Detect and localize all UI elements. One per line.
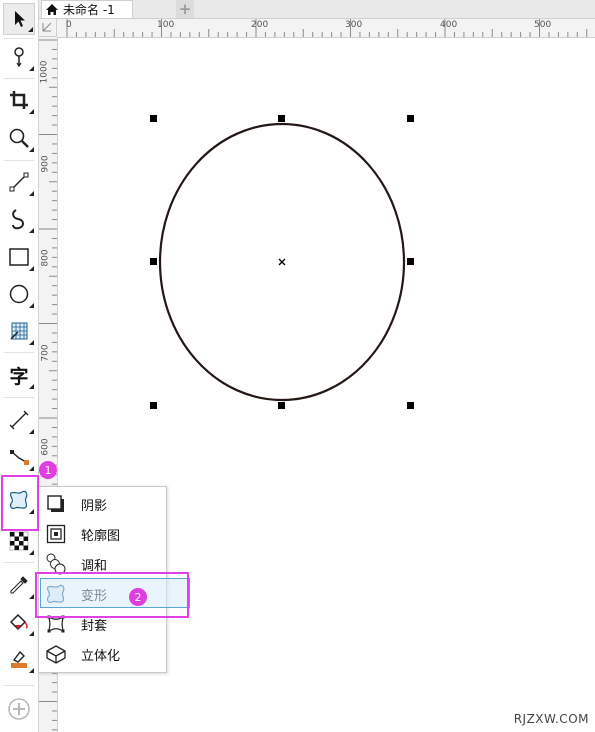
- ruler-label: 1000: [39, 60, 50, 84]
- pick-tool-icon: [15, 11, 25, 27]
- horizontal-ruler-ticks: [66, 19, 588, 37]
- ruler-label: 900: [40, 155, 51, 173]
- add-tool-button[interactable]: [3, 693, 35, 725]
- zoom-tool-button[interactable]: [3, 122, 35, 154]
- document-tab-strip: 未命名 -1 +: [39, 0, 595, 19]
- eyedropper-tool-icon: [10, 576, 28, 594]
- freehand-shape-tool-button[interactable]: [3, 41, 35, 73]
- step-1-badge: 1: [39, 461, 57, 479]
- horizontal-ruler[interactable]: 0 100 200 300 400 500: [57, 19, 595, 38]
- interactive-fill-tool-icon: [9, 613, 28, 631]
- graph-paper-tool-icon: [10, 322, 28, 340]
- ruler-origin-icon: [42, 22, 52, 32]
- ruler-label: 500: [534, 20, 552, 30]
- selection-handle[interactable]: [407, 402, 414, 409]
- menu-item-extrude[interactable]: 立体化: [41, 640, 190, 668]
- dimension-tool-button[interactable]: [3, 404, 35, 436]
- ruler-label: 300: [345, 20, 363, 30]
- home-icon: [46, 4, 58, 15]
- selection-handle[interactable]: [150, 402, 157, 409]
- add-tool-icon: [8, 698, 30, 720]
- ruler-label: 100: [157, 20, 175, 30]
- selection-handle[interactable]: [150, 115, 157, 122]
- contour-icon: [46, 524, 66, 544]
- interactive-fill-tool-button[interactable]: [3, 606, 35, 638]
- smart-fill-tool-button[interactable]: [3, 643, 35, 675]
- step-2-badge: 2: [129, 588, 147, 606]
- step-2-number: 2: [134, 590, 142, 604]
- menu-item-label: 阴影: [81, 498, 108, 514]
- step-1-highlight-box: [1, 475, 39, 531]
- rectangle-tool-button[interactable]: [3, 241, 35, 273]
- selection-handle[interactable]: [278, 402, 285, 409]
- menu-item-contour[interactable]: 轮廓图: [41, 520, 190, 548]
- selection-handle[interactable]: [150, 258, 157, 265]
- transparency-tool-icon: [9, 531, 29, 551]
- menu-item-label: 轮廓图: [81, 528, 121, 544]
- ellipse-tool-icon: [9, 284, 29, 304]
- selection-handle[interactable]: [407, 115, 414, 122]
- toolbox: 字: [0, 0, 39, 732]
- step-1-number: 1: [44, 463, 52, 477]
- document-tab-title: 未命名 -1: [63, 3, 115, 17]
- connector-tool-button[interactable]: [3, 441, 35, 473]
- ruler-origin[interactable]: [39, 19, 57, 37]
- watermark: RJZXW.COM: [513, 712, 589, 726]
- ruler-label: 600: [40, 438, 51, 456]
- pick-tool-button[interactable]: [3, 3, 35, 35]
- add-document-tab-button[interactable]: +: [176, 0, 194, 18]
- text-tool-button[interactable]: 字: [3, 359, 35, 391]
- drop-shadow-icon: [47, 495, 64, 512]
- artistic-media-tool-button[interactable]: [3, 203, 35, 235]
- center-marker: [278, 258, 286, 266]
- menu-item-label: 立体化: [81, 648, 121, 664]
- zoom-tool-icon: [9, 128, 29, 148]
- freehand-shape-tool-icon: [14, 47, 24, 68]
- rectangle-tool-icon: [9, 248, 29, 266]
- selection-handle[interactable]: [407, 258, 414, 265]
- menu-item-label: 调和: [81, 558, 108, 574]
- dimension-tool-icon: [9, 410, 29, 430]
- crop-tool-button[interactable]: [3, 84, 35, 116]
- document-tab[interactable]: 未命名 -1: [41, 0, 133, 18]
- eyedropper-tool-button[interactable]: [3, 569, 35, 601]
- line-tool-button[interactable]: [3, 166, 35, 198]
- step-2-highlight-box: [35, 572, 189, 618]
- connector-tool-icon: [10, 450, 29, 465]
- crop-tool-icon: [10, 91, 28, 109]
- ellipse-tool-button[interactable]: [3, 278, 35, 310]
- plus-icon: +: [178, 0, 192, 18]
- ruler-label: 400: [440, 20, 458, 30]
- artistic-media-tool-icon: [12, 209, 24, 230]
- graph-paper-tool-button[interactable]: [3, 315, 35, 347]
- extrude-icon: [46, 645, 66, 664]
- menu-item-drop-shadow[interactable]: 阴影: [41, 490, 190, 518]
- smart-fill-tool-icon: [11, 650, 27, 668]
- ruler-label: 0: [66, 20, 72, 30]
- line-tool-icon: [9, 172, 29, 192]
- ruler-label: 200: [251, 20, 269, 30]
- ruler-label: 700: [40, 344, 51, 362]
- ruler-label: 800: [40, 249, 51, 267]
- text-tool-icon: 字: [9, 365, 29, 388]
- selection-handle[interactable]: [278, 115, 285, 122]
